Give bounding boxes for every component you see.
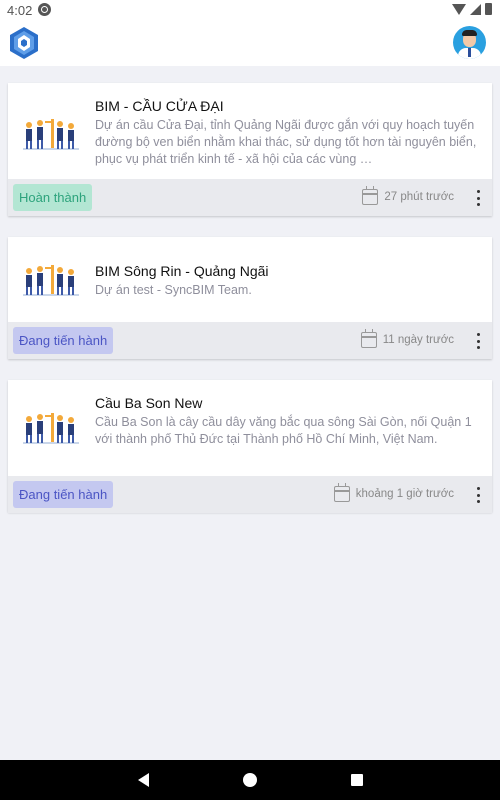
project-card[interactable]: Cầu Ba Son New Cầu Ba Son là cây cầu dây… (8, 380, 492, 513)
project-card[interactable]: BIM - CẦU CỬA ĐẠI Dự án cầu Cửa Đại, tỉn… (8, 83, 492, 216)
workers-illustration-icon (23, 265, 79, 296)
calendar-icon (362, 186, 379, 205)
syncbim-logo-icon[interactable] (7, 26, 41, 60)
wifi-icon (452, 3, 466, 15)
calendar-icon (333, 483, 350, 502)
recents-button-icon[interactable] (351, 774, 363, 786)
app-bar (0, 22, 500, 66)
workers-illustration-icon (23, 119, 79, 150)
more-options-icon[interactable] (474, 487, 482, 503)
status-bar: 4:02 (0, 0, 500, 22)
more-options-icon[interactable] (474, 333, 482, 349)
project-title: Cầu Ba Son New (95, 395, 203, 411)
system-nav-bar (0, 760, 500, 800)
card-footer: Đang tiến hành khoảng 1 giờ trước (8, 476, 492, 513)
status-icons (452, 3, 492, 15)
user-avatar[interactable] (453, 26, 486, 59)
updated-time: khoảng 1 giờ trước (333, 483, 454, 502)
project-title: BIM - CẦU CỬA ĐẠI (95, 98, 224, 114)
card-footer: Hoàn thành 27 phút trước (8, 179, 492, 216)
project-description: Dự án test - SyncBIM Team. (95, 283, 252, 297)
time-label: khoảng 1 giờ trước (355, 488, 454, 500)
project-card[interactable]: BIM Sông Rin - Quảng Ngãi Dự án test - S… (8, 237, 492, 359)
updated-time: 11 ngày trước (360, 329, 454, 348)
home-button-icon[interactable] (243, 773, 257, 787)
time-label: 27 phút trước (384, 191, 454, 203)
workers-illustration-icon (23, 413, 79, 444)
signal-icon (470, 3, 481, 15)
back-button-icon[interactable] (138, 773, 149, 787)
project-description: Dự án cầu Cửa Đại, tỉnh Quảng Ngãi được … (95, 118, 477, 166)
calendar-icon (360, 329, 377, 348)
status-badge: Đang tiến hành (13, 481, 114, 508)
more-options-icon[interactable] (474, 190, 482, 206)
settings-icon (38, 3, 51, 16)
card-footer: Đang tiến hành 11 ngày trước (8, 322, 492, 359)
project-title: BIM Sông Rin - Quảng Ngãi (95, 263, 269, 279)
updated-time: 27 phút trước (362, 186, 454, 205)
status-time: 4:02 (7, 3, 33, 18)
project-description: Cầu Ba Son là cây cầu dây văng bắc qua s… (95, 415, 472, 446)
time-label: 11 ngày trước (382, 334, 454, 346)
status-badge: Đang tiến hành (13, 327, 114, 354)
status-badge: Hoàn thành (13, 184, 93, 211)
battery-icon (485, 3, 492, 15)
